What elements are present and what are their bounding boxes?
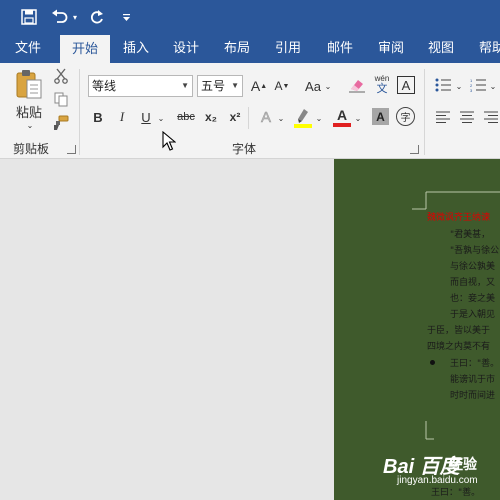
bullets-icon[interactable] [434, 76, 452, 94]
document-line: 时时而间进 [450, 391, 496, 401]
shrink-font-button[interactable]: A ▼ [272, 76, 292, 96]
document-heading: 魏徵讽齐王纳谏 [427, 213, 491, 223]
document-line: 王曰："善。 [431, 488, 481, 498]
document-line: 而自视，又 [450, 278, 496, 288]
clipboard-group-label: 剪贴板 [13, 142, 50, 156]
numbering-icon[interactable]: 123 [469, 76, 487, 94]
cut-icon[interactable] [52, 67, 70, 85]
format-painter-icon[interactable] [52, 114, 70, 132]
highlight-dropdown-icon[interactable]: ⌄ [314, 111, 324, 125]
tab-layout[interactable]: 布局 [215, 33, 259, 63]
ribbon-tabs: 文件 开始 插入 设计 布局 引用 邮件 审阅 视图 帮助 [0, 33, 500, 63]
document-line: "吾孰与徐公 [450, 246, 500, 256]
document-line: 于是入朝见 [450, 310, 496, 320]
document-line: "君美甚， [450, 230, 491, 240]
redo-icon[interactable] [86, 6, 108, 28]
font-size-value: 五号 [201, 79, 226, 93]
font-color-bar [333, 123, 351, 127]
paste-button[interactable]: 粘贴 [10, 103, 48, 120]
row-divider [248, 107, 249, 129]
font-color-button[interactable]: A [331, 105, 353, 129]
character-shading-button[interactable]: A [372, 108, 389, 125]
change-case-dropdown-icon[interactable]: ⌄ [323, 79, 333, 93]
undo-dropdown-icon[interactable]: ▾ [70, 6, 80, 28]
strikethrough-button[interactable]: abc [174, 108, 198, 126]
mouse-cursor-icon [162, 130, 177, 154]
watermark-jingyan: 经验 [449, 456, 477, 472]
font-name-value: 等线 [92, 79, 117, 93]
document-line: 与徐公孰美 [450, 262, 496, 272]
document-line: 王曰："善。 [450, 359, 500, 369]
underline-button[interactable]: U [138, 108, 154, 126]
align-center-icon[interactable] [458, 108, 476, 126]
phonetic-guide-pinyin: wén [374, 73, 390, 83]
font-name-combo[interactable]: 等线 ▼ [88, 75, 193, 97]
subscript-button[interactable]: x₂ [202, 108, 220, 126]
grow-font-button[interactable]: A ▲ [249, 76, 269, 96]
change-case-button[interactable]: Aa [302, 76, 324, 96]
document-line: 能谤讥于市 [450, 375, 496, 385]
text-effects-button[interactable]: A [256, 107, 276, 127]
align-right-icon[interactable] [482, 108, 500, 126]
customize-qat-icon[interactable] [119, 6, 133, 28]
grow-font-icon: A [250, 78, 261, 94]
paste-icon[interactable] [12, 67, 46, 101]
group-divider [79, 69, 80, 155]
document-line: 于臣，皆以美于 [427, 326, 491, 336]
font-color-letter: A [336, 107, 348, 123]
document-line: 四境之内莫不有 [427, 342, 491, 352]
shrink-font-icon: A [274, 79, 283, 93]
watermark-url: jingyan.baidu.com [397, 475, 478, 486]
tab-help[interactable]: 帮助 [470, 33, 500, 63]
paste-dropdown-icon[interactable]: ⌄ [24, 120, 36, 130]
tab-design[interactable]: 设计 [164, 33, 208, 63]
font-size-combo[interactable]: 五号 ▼ [197, 75, 243, 97]
clipboard-launcher-icon[interactable] [67, 145, 76, 154]
copy-icon[interactable] [52, 90, 70, 108]
tab-home[interactable]: 开始 [60, 35, 110, 63]
tab-review[interactable]: 审阅 [369, 33, 413, 63]
enclose-characters-button[interactable]: 字 [396, 107, 415, 126]
font-launcher-icon[interactable] [410, 145, 419, 154]
highlight-color-button[interactable] [292, 105, 314, 129]
ribbon: 粘贴 ⌄ 剪贴板 等线 ▼ 五号 ▼ A ▲ A ▼ Aa ⌄ wén 文 A B … [0, 63, 500, 159]
undo-icon[interactable] [48, 6, 70, 28]
character-border-button[interactable]: A [397, 76, 415, 94]
clear-formatting-icon[interactable] [347, 75, 367, 95]
bullet-icon [430, 360, 435, 365]
numbering-dropdown-icon[interactable]: ⌄ [488, 79, 498, 93]
tab-view[interactable]: 视图 [419, 33, 463, 63]
tab-mailings[interactable]: 邮件 [318, 33, 362, 63]
underline-dropdown-icon[interactable]: ⌄ [156, 111, 166, 125]
text-effects-dropdown-icon[interactable]: ⌄ [276, 111, 286, 125]
bold-button[interactable]: B [90, 108, 106, 126]
group-divider [424, 69, 425, 155]
align-left-icon[interactable] [434, 108, 452, 126]
tab-references[interactable]: 引用 [266, 33, 310, 63]
phonetic-guide-char: 文 [376, 82, 388, 95]
superscript-button[interactable]: x² [226, 108, 244, 126]
document-page[interactable]: 魏徵讽齐王纳谏 "君美甚， "吾孰与徐公 与徐公孰美 而自视，又 也：妾之美 于… [334, 159, 500, 500]
document-line: 也：妾之美 [450, 294, 496, 304]
chevron-down-icon: ▼ [181, 81, 189, 90]
phonetic-guide-button[interactable]: wén 文 [372, 72, 392, 96]
tab-file[interactable]: 文件 [5, 33, 51, 63]
font-group-label: 字体 [232, 142, 257, 156]
quick-access-toolbar: ▾ [0, 0, 500, 33]
bullets-dropdown-icon[interactable]: ⌄ [454, 79, 464, 93]
font-color-dropdown-icon[interactable]: ⌄ [353, 111, 363, 125]
chevron-down-icon: ▼ [231, 81, 239, 90]
save-icon[interactable] [18, 6, 40, 28]
italic-button[interactable]: I [114, 108, 130, 126]
tab-insert[interactable]: 插入 [114, 33, 158, 63]
svg-text:3: 3 [470, 88, 473, 92]
